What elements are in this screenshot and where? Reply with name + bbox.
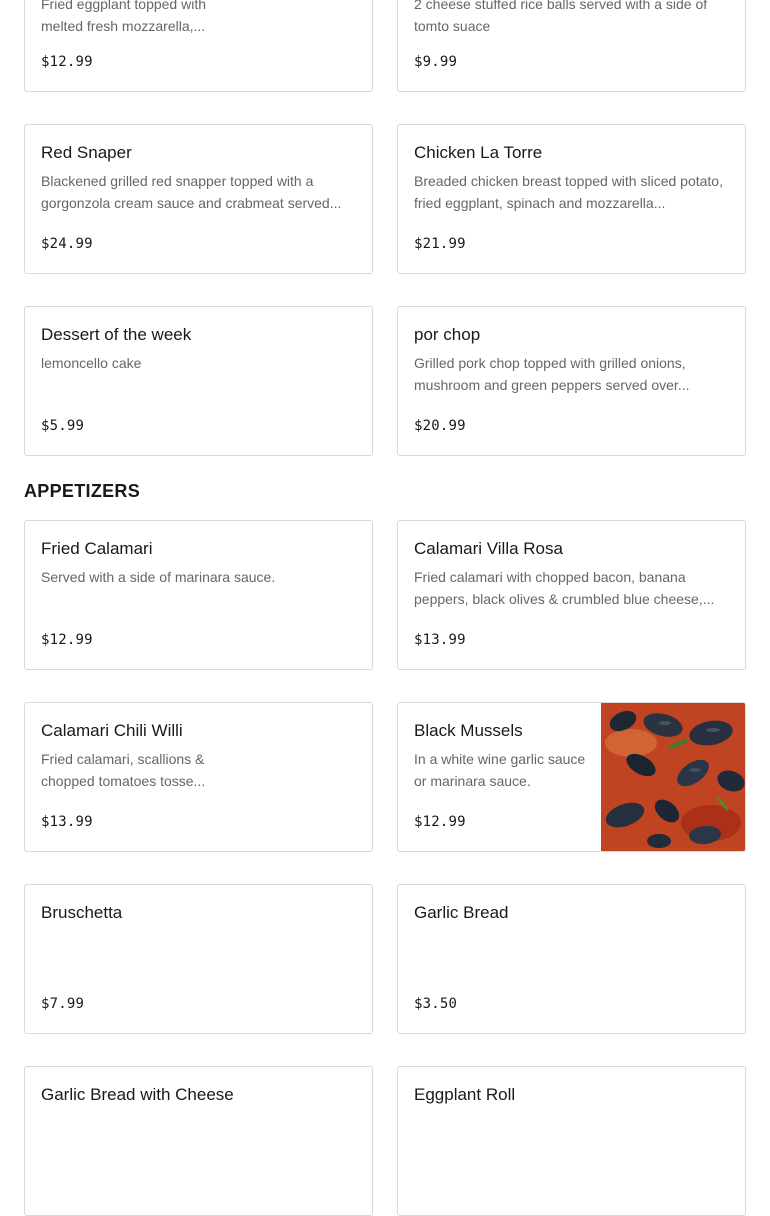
menu-item-card[interactable]: Garlic Bread with Cheese [24, 1066, 373, 1216]
menu-item-card[interactable]: Fried eggplant topped with melted fresh … [24, 0, 373, 92]
item-price: $5.99 [41, 418, 85, 434]
menu-item-card[interactable]: Calamari Chili Willi Fried calamari, sca… [24, 702, 373, 852]
item-name: Garlic Bread with Cheese [41, 1085, 234, 1104]
item-description: Blackened grilled red snapper topped wit… [41, 173, 342, 211]
item-name: Red Snaper [41, 143, 132, 162]
menu-item-card[interactable]: Red Snaper Blackened grilled red snapper… [24, 124, 373, 274]
item-price: $7.99 [41, 996, 85, 1012]
item-name: Black Mussels [414, 721, 523, 740]
item-description: Grilled pork chop topped with grilled on… [414, 355, 690, 393]
item-name: Chicken La Torre [414, 143, 543, 162]
menu-item-card[interactable]: Chicken La Torre Breaded chicken breast … [397, 124, 746, 274]
menu-item-card[interactable]: Black Mussels In a white wine garlic sau… [397, 702, 746, 852]
item-name: Bruschetta [41, 903, 123, 922]
item-price: $13.99 [41, 814, 93, 830]
item-price: $24.99 [41, 236, 93, 252]
item-price: $3.50 [414, 996, 458, 1012]
menu-item-card[interactable]: Bruschetta $7.99 [24, 884, 373, 1034]
item-name: Eggplant Roll [414, 1085, 516, 1104]
item-name: Dessert of the week [41, 325, 192, 344]
item-price: $9.99 [414, 54, 458, 70]
section-heading-appetizers: APPETIZERS [24, 481, 141, 501]
menu-item-card[interactable]: 2 cheese stuffed rice balls served with … [397, 0, 746, 92]
item-description: Breaded chicken breast topped with slice… [414, 173, 723, 211]
item-description: lemoncello cake [41, 355, 142, 371]
item-price: $12.99 [41, 632, 93, 648]
item-name: Fried Calamari [41, 539, 153, 558]
item-name: Garlic Bread [414, 903, 509, 922]
item-price: $20.99 [414, 418, 466, 434]
menu-item-card[interactable]: Garlic Bread $3.50 [397, 884, 746, 1034]
item-description: Fried eggplant topped with melted fresh … [41, 0, 206, 34]
item-name: Calamari Chili Willi [41, 721, 183, 740]
menu-item-card[interactable]: por chop Grilled pork chop topped with g… [397, 306, 746, 456]
item-description: In a white wine garlic sauce or marinara… [414, 751, 586, 789]
item-price: $21.99 [414, 236, 466, 252]
item-description: Served with a side of marinara sauce. [41, 569, 276, 585]
item-description: 2 cheese stuffed rice balls served with … [414, 0, 708, 34]
item-price: $12.99 [41, 54, 93, 70]
menu-item-card[interactable]: Fried Calamari Served with a side of mar… [24, 520, 373, 670]
item-name: por chop [414, 325, 481, 344]
item-price: $12.99 [414, 814, 466, 830]
item-description: Fried calamari, scallions & chopped toma… [41, 751, 206, 789]
menu-item-card[interactable]: Calamari Villa Rosa Fried calamari with … [397, 520, 746, 670]
menu-item-card[interactable]: Dessert of the week lemoncello cake $5.9… [24, 306, 373, 456]
black-mussels-photo [601, 703, 745, 851]
item-description: Fried calamari with chopped bacon, banan… [414, 569, 715, 607]
item-name: Calamari Villa Rosa [414, 539, 563, 558]
item-price: $13.99 [414, 632, 466, 648]
menu-item-card[interactable]: Eggplant Roll [397, 1066, 746, 1216]
